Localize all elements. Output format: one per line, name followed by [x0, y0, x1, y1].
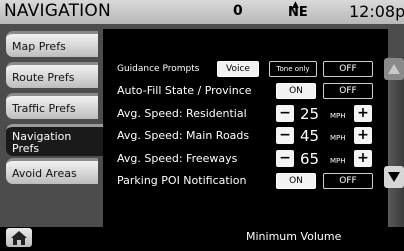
tab-map-prefs[interactable]: Map Prefs: [6, 31, 98, 57]
auto-fill-on-button[interactable]: ON: [276, 83, 316, 99]
arrow-down-icon: [388, 172, 400, 182]
scroll-down-button[interactable]: [384, 166, 404, 188]
scrollbar[interactable]: [388, 57, 404, 227]
arrow-up-icon: [388, 64, 400, 74]
auto-fill-label: Auto-Fill State / Province: [117, 84, 252, 97]
tab-traffic-prefs[interactable]: Traffic Prefs: [6, 93, 98, 119]
freeways-speed-value: 65: [300, 150, 320, 168]
screen-title: NAVIGATION: [4, 1, 111, 21]
settings-panel: [103, 29, 388, 227]
freeways-speed-unit: MPH: [330, 157, 346, 165]
residential-decrease-button[interactable]: −: [276, 105, 294, 122]
compass-icon: ▲ NE: [288, 0, 308, 20]
signal-indicator: 0: [233, 3, 243, 19]
tab-label: Traffic Prefs: [12, 102, 76, 115]
voice-option[interactable]: Voice: [217, 61, 259, 77]
tab-label: Map Prefs: [12, 40, 66, 53]
footer-bar: Minimum Volume: [0, 227, 404, 248]
freeways-increase-button[interactable]: +: [354, 150, 372, 167]
main-roads-increase-button[interactable]: +: [354, 127, 372, 144]
residential-increase-button[interactable]: +: [354, 105, 372, 122]
home-icon: [11, 231, 27, 245]
tab-label: Navigation Prefs: [12, 130, 72, 155]
main-roads-speed-label: Avg. Speed: Main Roads: [117, 129, 250, 142]
status-message: Minimum Volume: [246, 230, 342, 243]
tab-navigation-prefs[interactable]: Navigation Prefs: [6, 124, 106, 156]
guidance-prompts-label: Guidance Prompts: [117, 64, 200, 74]
tab-route-prefs[interactable]: Route Prefs: [6, 62, 98, 88]
tone-only-option[interactable]: Tone only: [269, 61, 317, 77]
tab-label: Route Prefs: [12, 71, 75, 84]
auto-fill-off-button[interactable]: OFF: [323, 83, 373, 99]
main-roads-speed-unit: MPH: [330, 134, 346, 142]
scroll-up-button[interactable]: [384, 58, 404, 80]
freeways-decrease-button[interactable]: −: [276, 150, 294, 167]
freeways-speed-label: Avg. Speed: Freeways: [117, 152, 238, 165]
clock: 12:08pm: [349, 2, 404, 21]
home-button[interactable]: [6, 228, 32, 247]
status-bar: NAVIGATION 0 ▲ NE 12:08pm: [0, 0, 404, 24]
main-roads-speed-value: 45: [300, 127, 320, 145]
residential-speed-unit: MPH: [330, 112, 346, 120]
residential-speed-value: 25: [300, 105, 320, 123]
compass-heading: NE: [288, 5, 308, 20]
tab-label: Avoid Areas: [12, 167, 77, 180]
residential-speed-label: Avg. Speed: Residential: [117, 107, 247, 120]
tab-avoid-areas[interactable]: Avoid Areas: [6, 158, 98, 184]
parking-off-button[interactable]: OFF: [323, 173, 373, 189]
main-roads-decrease-button[interactable]: −: [276, 127, 294, 144]
guidance-off-option[interactable]: OFF: [323, 61, 373, 77]
parking-on-button[interactable]: ON: [276, 173, 316, 189]
parking-poi-label: Parking POI Notification: [117, 174, 247, 187]
